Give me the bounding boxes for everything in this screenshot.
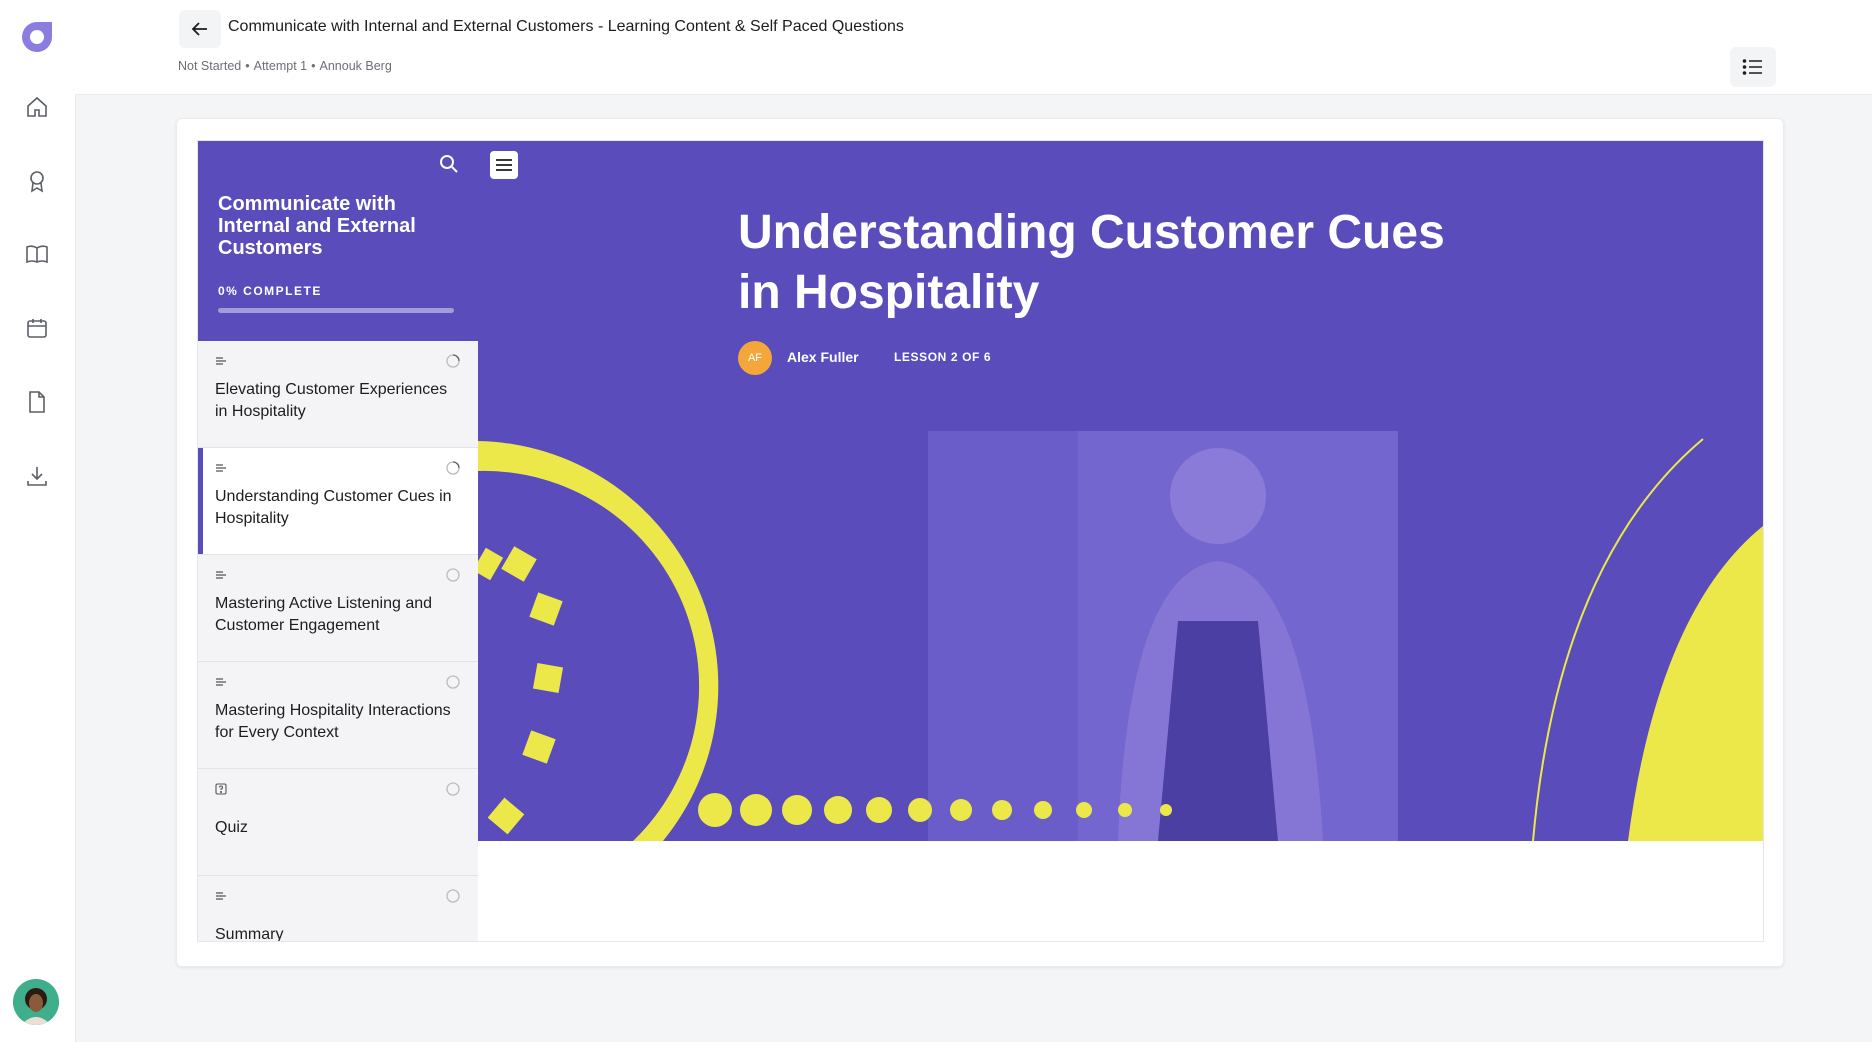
lesson-item-1[interactable]: Elevating Customer Experiences in Hospit… (198, 341, 478, 448)
author-name: Alex Fuller (787, 349, 859, 365)
progress-bar (218, 308, 454, 313)
lesson-hero: Understanding Customer Cues in Hospitali… (478, 141, 1763, 841)
lesson-counter: LESSON 2 OF 6 (894, 350, 992, 364)
lesson-title: Summary (215, 926, 284, 941)
content-card: Communicate with Internal and External C… (176, 118, 1784, 967)
lesson-item-4[interactable]: Mastering Hospitality Interactions for E… (198, 662, 478, 769)
file-icon[interactable] (20, 385, 54, 419)
download-icon[interactable] (20, 459, 54, 493)
app-logo-icon[interactable] (18, 18, 56, 56)
separator: • (245, 59, 250, 73)
lesson-item-2-active[interactable]: Understanding Customer Cues in Hospitali… (198, 448, 478, 555)
status-text: Not Started (178, 59, 242, 73)
lesson-title: Quiz (215, 819, 248, 836)
hamburger-icon (496, 159, 512, 171)
empty-circle-icon (446, 675, 460, 689)
text-lines-icon (216, 892, 226, 900)
lesson-title: Elevating Customer Experiences in Hospit… (215, 381, 448, 420)
home-icon[interactable] (20, 90, 54, 124)
text-lines-icon (216, 357, 226, 365)
course-sidebar: Communicate with Internal and External C… (198, 141, 479, 941)
outline-button[interactable] (1730, 47, 1776, 87)
text-lines-icon (216, 464, 226, 472)
lesson-content: Understanding Customer Cues in Hospitali… (478, 141, 1763, 941)
learner-name: Annouk Berg (319, 59, 392, 73)
lesson-title: Understanding Customer Cues in Hospitali… (215, 488, 452, 527)
empty-circle-icon (446, 782, 460, 796)
lesson-title: Mastering Active Listening and Customer … (215, 595, 433, 634)
text-lines-icon (216, 678, 226, 686)
page-header: Communicate with Internal and External C… (75, 0, 1872, 95)
app-rail (0, 0, 76, 1042)
course-title: Communicate with Internal and External C… (218, 193, 416, 259)
progress-label: 0% COMPLETE (218, 284, 322, 298)
separator: • (311, 59, 316, 73)
lesson-title: Understanding Customer Cues in Hospitali… (738, 206, 1445, 319)
lesson-item-quiz[interactable]: Quiz (198, 769, 478, 876)
search-icon[interactable] (438, 153, 460, 175)
award-icon[interactable] (20, 164, 54, 198)
quiz-icon (215, 783, 227, 795)
text-lines-icon (216, 571, 226, 579)
empty-circle-icon (446, 889, 460, 903)
lesson-item-3[interactable]: Mastering Active Listening and Customer … (198, 555, 478, 662)
lesson-title: Mastering Hospitality Interactions for E… (215, 702, 451, 741)
list-icon (1742, 59, 1762, 75)
lesson-item-summary[interactable]: Summary (198, 876, 478, 941)
back-button[interactable] (179, 10, 221, 48)
progress-circle-icon (446, 461, 460, 475)
menu-toggle-button[interactable] (490, 151, 518, 179)
user-avatar[interactable] (13, 979, 59, 1025)
progress-circle-icon (446, 354, 460, 368)
course-player: Communicate with Internal and External C… (197, 140, 1764, 942)
course-header: Communicate with Internal and External C… (198, 141, 478, 341)
author-avatar: AF (738, 341, 772, 375)
arrow-left-icon (191, 22, 207, 36)
page-title: Communicate with Internal and External C… (228, 18, 904, 35)
empty-circle-icon (446, 568, 460, 582)
book-icon[interactable] (20, 237, 54, 271)
attempt-text: Attempt 1 (253, 59, 308, 73)
attempt-meta: Not Started • Attempt 1 • Annouk Berg (178, 59, 392, 73)
lesson-list: Elevating Customer Experiences in Hospit… (198, 341, 478, 941)
calendar-icon[interactable] (20, 311, 54, 345)
